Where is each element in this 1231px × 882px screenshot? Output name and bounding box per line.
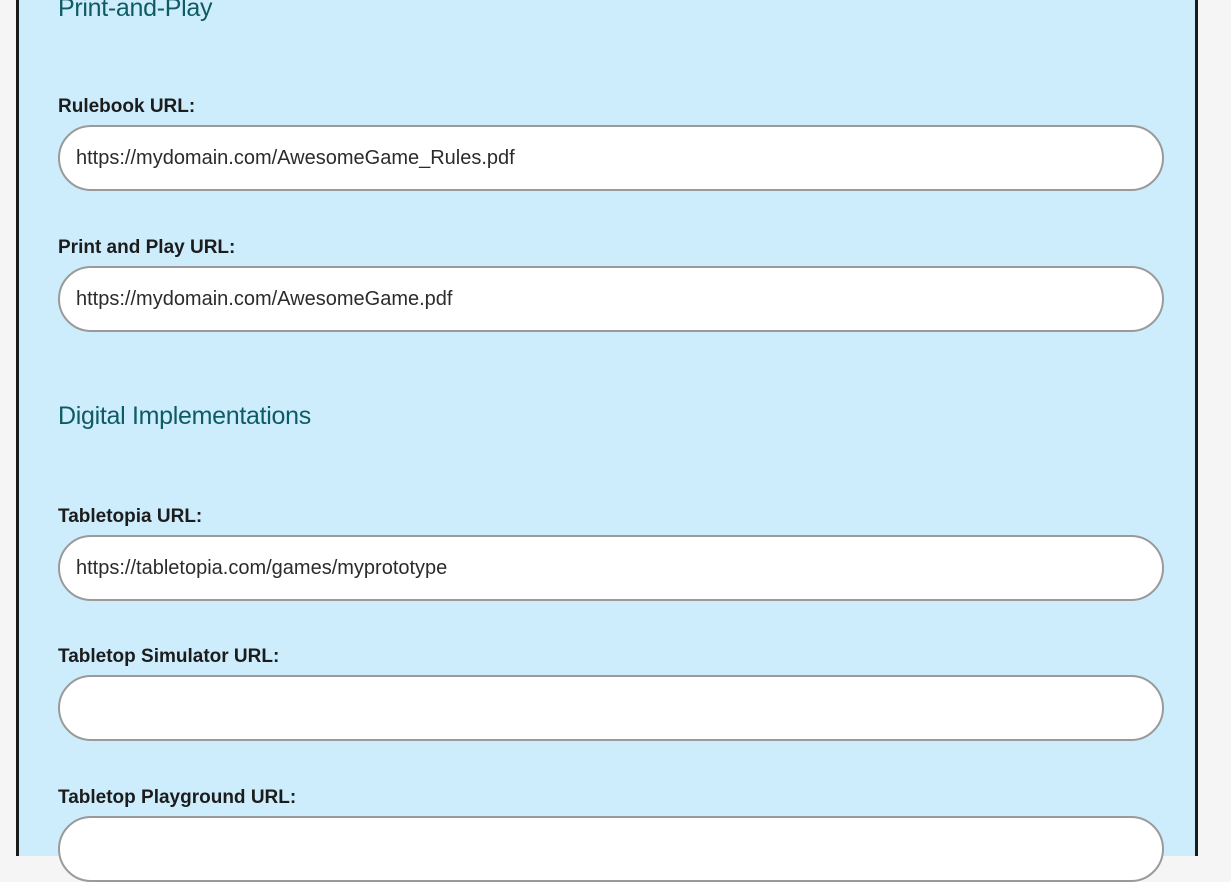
tabletop-playground-url-input[interactable] (58, 816, 1164, 882)
section-title-digital-implementations: Digital Implementations (58, 402, 311, 430)
section-title-print-and-play: Print-and-Play (58, 0, 213, 22)
tabletop-playground-url-label: Tabletop Playground URL: (58, 787, 297, 808)
tabletop-simulator-url-input[interactable] (58, 675, 1164, 741)
rulebook-url-input[interactable] (58, 125, 1164, 191)
tabletopia-url-label: Tabletopia URL: (58, 506, 203, 527)
tabletopia-url-input[interactable] (58, 535, 1164, 601)
rulebook-url-label: Rulebook URL: (58, 96, 196, 117)
print-and-play-url-label: Print and Play URL: (58, 237, 236, 258)
print-and-play-url-input[interactable] (58, 266, 1164, 332)
form-panel: Print-and-Play Rulebook URL: Print and P… (16, 0, 1198, 882)
tabletop-simulator-url-label: Tabletop Simulator URL: (58, 646, 280, 667)
